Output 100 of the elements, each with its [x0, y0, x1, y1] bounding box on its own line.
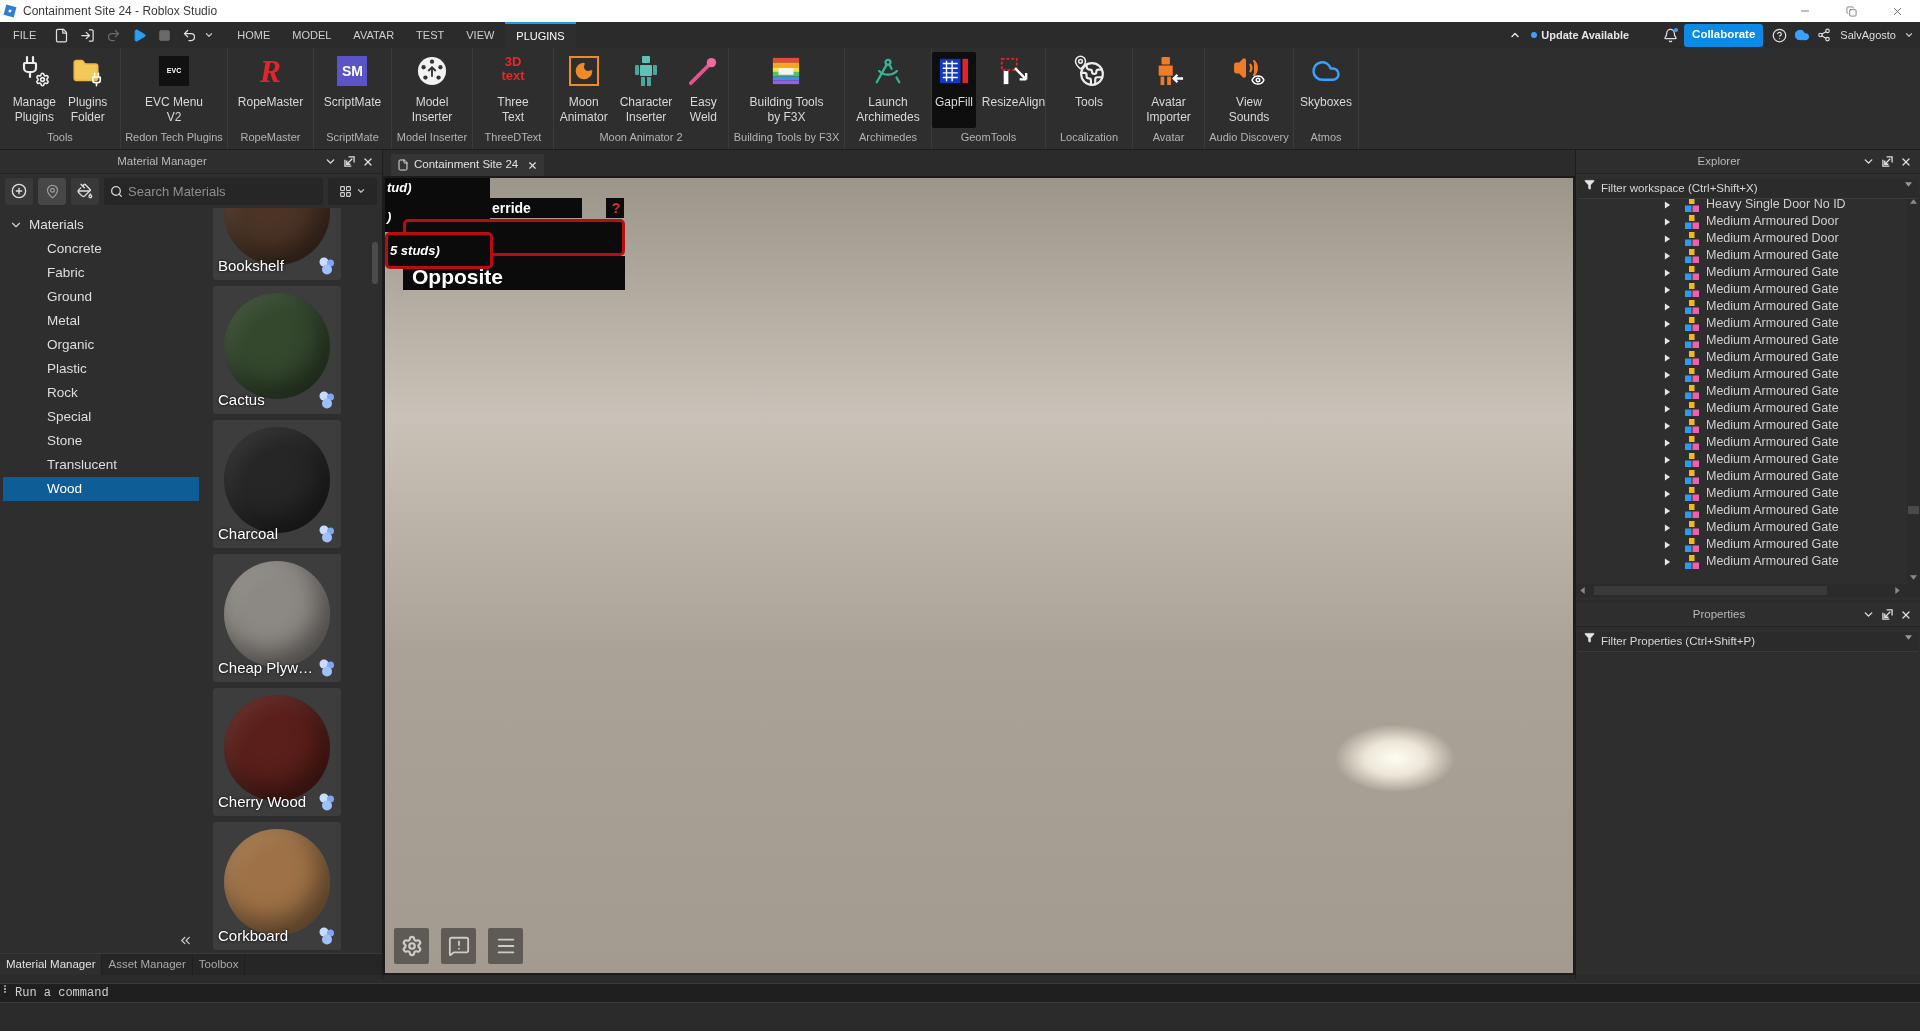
tree-row[interactable]: Medium Armoured Gate	[1576, 281, 1907, 298]
expand-arrow-icon[interactable]	[1664, 370, 1671, 379]
undock-icon[interactable]	[1882, 156, 1893, 167]
caret-down-icon[interactable]	[204, 30, 215, 40]
play-icon[interactable]	[132, 27, 148, 43]
ribbon-button[interactable]: ResizeAlign	[982, 52, 1045, 128]
material-tile[interactable]: Cheap Plyw…	[213, 554, 341, 682]
ribbon-tab[interactable]: VIEW	[455, 22, 506, 48]
tree-row[interactable]: Medium Armoured Gate	[1576, 519, 1907, 536]
tree-item[interactable]: Concrete	[3, 237, 199, 261]
tree-row[interactable]: Medium Armoured Gate	[1576, 485, 1907, 502]
tree-item[interactable]: Translucent	[3, 453, 199, 477]
expand-arrow-icon[interactable]	[1664, 251, 1671, 260]
view-mode-button[interactable]	[328, 177, 377, 205]
settings-button[interactable]	[394, 928, 429, 964]
expand-arrow-icon[interactable]	[1664, 234, 1671, 243]
scroll-right-arrow-icon[interactable]	[1895, 587, 1900, 594]
ribbon-button[interactable]: R RopeMaster	[234, 52, 307, 128]
search-field[interactable]: Search Materials	[104, 177, 323, 205]
menu-button[interactable]	[488, 928, 523, 964]
scroll-up-arrow-icon[interactable]	[1910, 199, 1917, 204]
ribbon-tab[interactable]: AVATAR	[342, 22, 406, 48]
tree-item[interactable]: Wood	[3, 477, 199, 501]
expand-arrow-icon[interactable]	[1664, 302, 1671, 311]
tree-row[interactable]: Medium Armoured Gate	[1576, 451, 1907, 468]
ribbon-tab[interactable]: HOME	[226, 22, 282, 48]
tree-row[interactable]: Medium Armoured Gate	[1576, 247, 1907, 264]
bell-icon[interactable]	[1663, 27, 1679, 43]
tree-item[interactable]: Fabric	[3, 261, 199, 285]
undo-icon[interactable]	[182, 27, 198, 43]
expand-arrow-icon[interactable]	[1664, 319, 1671, 328]
tree-row[interactable]: Medium Armoured Gate	[1576, 434, 1907, 451]
tree-item[interactable]: Special	[3, 405, 199, 429]
ribbon-button[interactable]: GapFill	[932, 52, 976, 128]
tree-item[interactable]: Rock	[3, 381, 199, 405]
tree-row[interactable]: Medium Armoured Gate	[1576, 468, 1907, 485]
ribbon-button[interactable]: Skyboxes	[1297, 52, 1355, 128]
expand-arrow-icon[interactable]	[1664, 404, 1671, 413]
ribbon-button[interactable]: 3D text Three Text	[491, 52, 535, 128]
panel-tab[interactable]: Material Manager	[0, 954, 103, 975]
file-icon[interactable]	[54, 27, 70, 43]
ribbon-button[interactable]: Launch Archimedes	[853, 52, 923, 128]
tree-row[interactable]: Medium Armoured Gate	[1576, 298, 1907, 315]
add-material-button[interactable]	[5, 177, 33, 205]
command-field[interactable]: Run a command	[0, 983, 1920, 1003]
expand-arrow-icon[interactable]	[1664, 455, 1671, 464]
scroll-left-arrow-icon[interactable]	[1580, 587, 1585, 594]
tree-row[interactable]: Medium Armoured Gate	[1576, 502, 1907, 519]
expand-arrow-icon[interactable]	[1664, 217, 1671, 226]
ribbon-button[interactable]: Manage Plugins	[9, 52, 59, 128]
arrow-into-box-icon[interactable]	[80, 27, 96, 43]
tree-item[interactable]: Ground	[3, 285, 199, 309]
tree-row[interactable]: Medium Armoured Gate	[1576, 417, 1907, 434]
tree-row[interactable]: Medium Armoured Gate	[1576, 264, 1907, 281]
share-icon[interactable]	[1817, 28, 1832, 42]
expand-arrow-icon[interactable]	[1664, 353, 1671, 362]
material-tile[interactable]: Cactus	[213, 286, 341, 414]
tree-row[interactable]: Medium Armoured Gate	[1576, 383, 1907, 400]
expand-arrow-icon[interactable]	[1664, 540, 1671, 549]
ribbon-button[interactable]: View Sounds	[1225, 52, 1273, 128]
scrollbar-thumb[interactable]	[1908, 506, 1919, 514]
tree-item[interactable]: Materials	[0, 213, 205, 237]
ribbon-button[interactable]: SM ScriptMate	[320, 52, 385, 128]
update-available-button[interactable]: Update Available	[1531, 26, 1630, 44]
tree-row[interactable]: Medium Armoured Door	[1576, 213, 1907, 230]
ribbon-button[interactable]: Character Inserter	[616, 52, 676, 128]
expand-arrow-icon[interactable]	[1664, 523, 1671, 532]
tree-item[interactable]: Organic	[3, 333, 199, 357]
ribbon-button[interactable]: Moon Animator	[556, 52, 611, 128]
tree-row[interactable]: Medium Armoured Gate	[1576, 332, 1907, 349]
tree-item[interactable]: Plastic	[3, 357, 199, 381]
ribbon-button[interactable]: Easy Weld	[681, 52, 726, 128]
ribbon-button[interactable]: Plugins Folder	[65, 52, 111, 128]
expand-arrow-icon[interactable]	[1664, 387, 1671, 396]
close-icon[interactable]	[527, 159, 539, 171]
tree-row[interactable]: Medium Armoured Gate	[1576, 315, 1907, 332]
undock-icon[interactable]	[1882, 609, 1893, 620]
document-tab[interactable]: Containment Site 24	[391, 154, 545, 176]
expand-arrow-icon[interactable]	[1664, 285, 1671, 294]
expand-arrow-icon[interactable]	[1664, 438, 1671, 447]
paint-bucket-button[interactable]	[71, 177, 99, 205]
undock-icon[interactable]	[344, 156, 355, 167]
ribbon-button[interactable]: Tools	[1067, 52, 1111, 128]
expand-arrow-icon[interactable]	[1664, 336, 1671, 345]
expand-arrow-icon[interactable]	[1664, 506, 1671, 515]
material-tile[interactable]: Bookshelf	[213, 208, 341, 280]
caret-down-icon[interactable]	[1904, 30, 1914, 40]
tree-row[interactable]: Medium Armoured Gate	[1576, 400, 1907, 417]
tree-row[interactable]: Medium Armoured Gate	[1576, 553, 1907, 570]
scroll-down-arrow-icon[interactable]	[1910, 575, 1917, 580]
tree-row[interactable]: Medium Armoured Gate	[1576, 366, 1907, 383]
help-icon[interactable]	[1772, 27, 1788, 43]
expand-arrow-icon[interactable]	[1664, 489, 1671, 498]
file-menu[interactable]: FILE	[12, 26, 38, 44]
tree-row[interactable]: Heavy Single Door No ID	[1576, 196, 1907, 213]
user-menu[interactable]: SalvAgosto	[1840, 26, 1896, 44]
expand-arrow-icon[interactable]	[1664, 472, 1671, 481]
cloud-icon[interactable]	[1794, 27, 1811, 43]
tree-row[interactable]: Medium Armoured Door	[1576, 230, 1907, 247]
ribbon-tab[interactable]: TEST	[405, 22, 456, 48]
